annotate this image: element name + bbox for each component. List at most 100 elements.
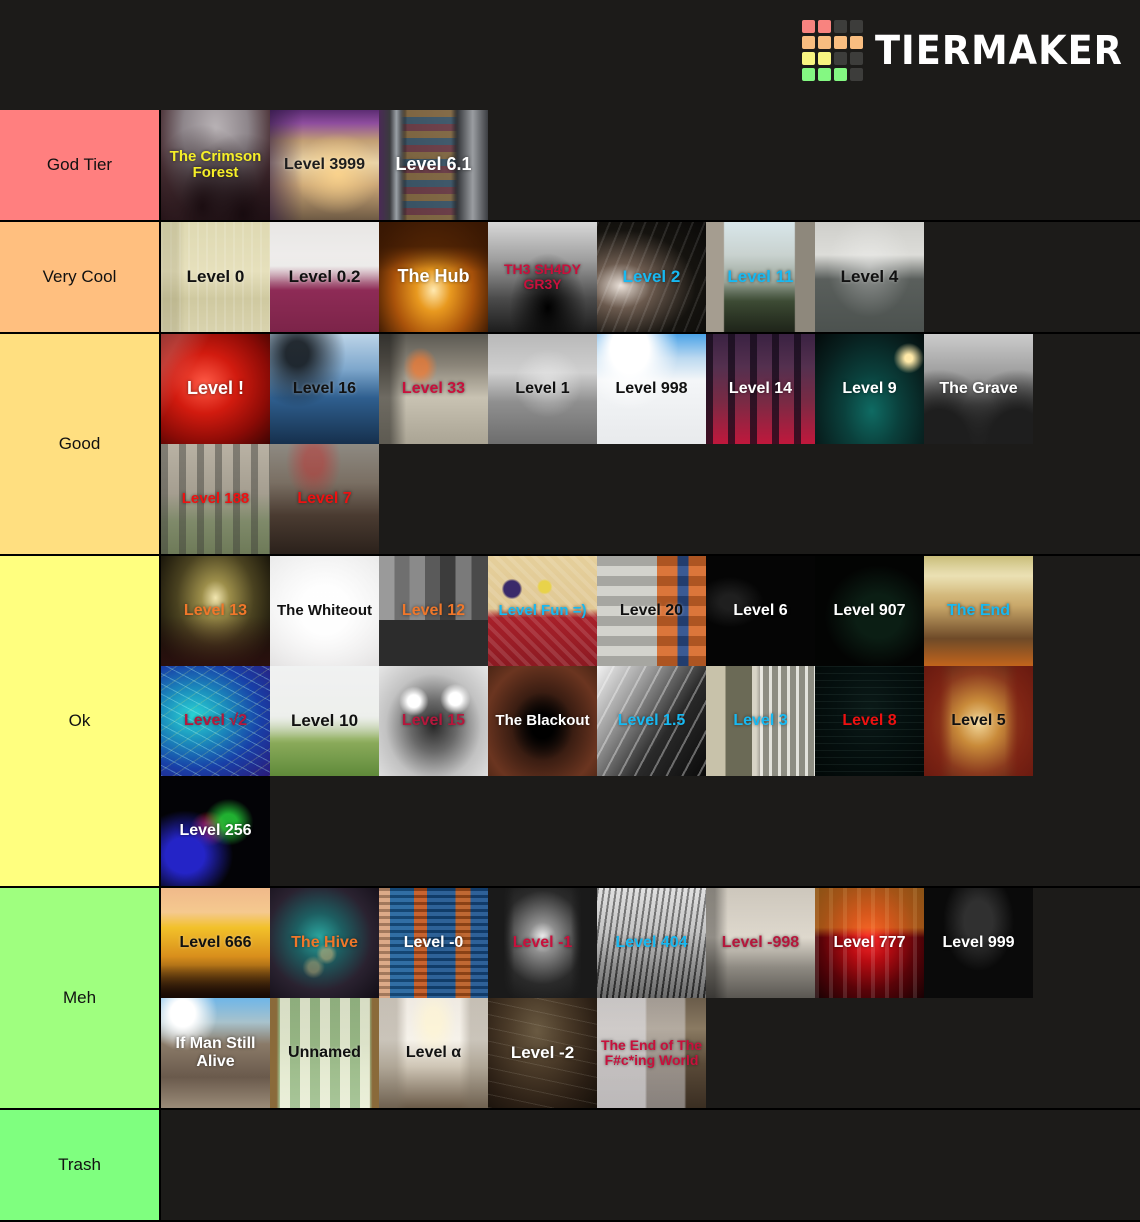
- tier-item-tile[interactable]: The Hub: [379, 222, 488, 332]
- tier-item-tile[interactable]: The Grave: [924, 334, 1033, 444]
- tile-caption: The Grave: [939, 380, 1018, 398]
- tier-item-tile[interactable]: Level 188: [161, 444, 270, 554]
- tier-row-good: Good Level ! Level 16 Level 33 Level 1 Level …: [0, 334, 1140, 556]
- tier-items-ok: Level 13 The Whiteout Level 12 Level Fun =)…: [161, 556, 1140, 886]
- tier-row-very-cool: Very Cool Level 0 Level 0.2 The Hub TH3 SH4D…: [0, 222, 1140, 334]
- tile-caption: The Crimson Forest: [169, 147, 262, 181]
- tier-items-good: Level ! Level 16 Level 33 Level 1 Level 998 L…: [161, 334, 1140, 554]
- tier-label-trash[interactable]: Trash: [0, 1110, 161, 1220]
- tile-caption: Unnamed: [288, 1044, 361, 1062]
- tile-caption: Level 4: [840, 266, 899, 286]
- tier-label-good[interactable]: Good: [0, 334, 161, 554]
- tier-items-trash: [161, 1110, 1140, 1220]
- tier-label-god-tier[interactable]: God Tier: [0, 110, 161, 220]
- tier-item-tile[interactable]: Level 33: [379, 334, 488, 444]
- tile-caption: Level 5: [951, 712, 1006, 730]
- tier-item-tile[interactable]: The End of The F#c*ing World: [597, 998, 706, 1108]
- tier-item-tile[interactable]: The Crimson Forest: [161, 110, 270, 220]
- tier-item-tile[interactable]: Level 5: [924, 666, 1033, 776]
- tier-item-tile[interactable]: Level 3999: [270, 110, 379, 220]
- tile-caption: Level 12: [401, 602, 466, 620]
- tier-item-tile[interactable]: If Man Still Alive: [161, 998, 270, 1108]
- tier-item-tile[interactable]: The Blackout: [488, 666, 597, 776]
- tier-item-tile[interactable]: Level √2: [161, 666, 270, 776]
- tier-item-tile[interactable]: Level -0: [379, 888, 488, 998]
- tile-caption: Level 1.5: [617, 712, 686, 730]
- tier-item-tile[interactable]: Level α: [379, 998, 488, 1108]
- tile-caption: Level 20: [619, 602, 684, 620]
- tile-caption: Level -2: [510, 1042, 575, 1062]
- tier-item-tile[interactable]: Level 8: [815, 666, 924, 776]
- tile-caption: Level -1: [512, 934, 573, 952]
- tile-caption: The Blackout: [495, 711, 590, 729]
- tier-item-tile[interactable]: Level 4: [815, 222, 924, 332]
- tile-caption: Level Fun =): [498, 601, 587, 619]
- tile-caption: Level √2: [183, 712, 248, 730]
- tile-caption: Level 6.1: [395, 154, 472, 175]
- tier-item-tile[interactable]: Level 0: [161, 222, 270, 332]
- tier-item-tile[interactable]: Level Fun =): [488, 556, 597, 666]
- tile-caption: Level 16: [292, 380, 357, 398]
- tier-item-tile[interactable]: Level 10: [270, 666, 379, 776]
- tier-items-god-tier: The Crimson Forest Level 3999 Level 6.1: [161, 110, 1140, 220]
- tile-caption: Level 7: [297, 490, 352, 508]
- tier-item-tile[interactable]: TH3 SH4DY GR3Y: [488, 222, 597, 332]
- tier-items-meh: Level 666 The Hive Level -0 Level -1 Level 4…: [161, 888, 1140, 1108]
- tier-item-tile[interactable]: Level 907: [815, 556, 924, 666]
- tier-row-ok: Ok Level 13 The Whiteout Level 12 Level Fun …: [0, 556, 1140, 888]
- tier-item-tile[interactable]: Level 12: [379, 556, 488, 666]
- tile-caption: Level 14: [728, 380, 793, 398]
- tier-item-tile[interactable]: Level 16: [270, 334, 379, 444]
- tier-item-tile[interactable]: Level -1: [488, 888, 597, 998]
- tier-item-tile[interactable]: Level 1: [488, 334, 597, 444]
- tier-label-meh[interactable]: Meh: [0, 888, 161, 1108]
- tile-caption: Level 8: [842, 712, 897, 730]
- tile-caption: Level 666: [179, 934, 252, 952]
- tier-items-very-cool: Level 0 Level 0.2 The Hub TH3 SH4DY GR3Y Lev…: [161, 222, 1140, 332]
- tier-item-tile[interactable]: Unnamed: [270, 998, 379, 1108]
- tier-item-tile[interactable]: Level 1.5: [597, 666, 706, 776]
- tier-item-tile[interactable]: Level -998: [706, 888, 815, 998]
- tile-caption: Level 0.2: [288, 266, 361, 286]
- tier-item-tile[interactable]: Level 6: [706, 556, 815, 666]
- tier-item-tile[interactable]: Level 3: [706, 666, 815, 776]
- tier-item-tile[interactable]: Level 15: [379, 666, 488, 776]
- tile-caption: Level -0: [403, 934, 464, 952]
- tier-item-tile[interactable]: Level 7: [270, 444, 379, 554]
- tile-caption: The End: [946, 602, 1011, 620]
- tier-item-tile[interactable]: Level !: [161, 334, 270, 444]
- tile-caption: Level 404: [615, 934, 688, 952]
- tier-row-meh: Meh Level 666 The Hive Level -0 Level -1 Leve…: [0, 888, 1140, 1110]
- tile-caption: Level α: [405, 1044, 462, 1062]
- tier-item-tile[interactable]: Level 20: [597, 556, 706, 666]
- tier-item-tile[interactable]: Level 999: [924, 888, 1033, 998]
- tier-item-tile[interactable]: Level 14: [706, 334, 815, 444]
- tier-item-tile[interactable]: Level 0.2: [270, 222, 379, 332]
- tier-item-tile[interactable]: The Hive: [270, 888, 379, 998]
- tier-item-tile[interactable]: The End: [924, 556, 1033, 666]
- tile-caption: Level 11: [727, 266, 794, 286]
- tier-item-tile[interactable]: Level 6.1: [379, 110, 488, 220]
- tile-caption: Level 10: [290, 710, 359, 730]
- tile-caption: Level 2: [622, 266, 681, 286]
- tile-caption: Level 998: [615, 380, 688, 398]
- tier-item-tile[interactable]: Level 777: [815, 888, 924, 998]
- tier-label-ok[interactable]: Ok: [0, 556, 161, 886]
- tier-item-tile[interactable]: Level 666: [161, 888, 270, 998]
- tile-caption: The End of The F#c*ing World: [600, 1036, 703, 1068]
- tile-caption: Level 13: [183, 602, 248, 620]
- tile-caption: Level 9: [842, 380, 897, 398]
- tier-item-tile[interactable]: Level 998: [597, 334, 706, 444]
- tier-item-tile[interactable]: Level 13: [161, 556, 270, 666]
- tier-item-tile[interactable]: Level 256: [161, 776, 270, 886]
- tile-caption: Level -998: [721, 934, 800, 952]
- tier-item-tile[interactable]: The Whiteout: [270, 556, 379, 666]
- tier-item-tile[interactable]: Level 9: [815, 334, 924, 444]
- tier-item-tile[interactable]: Level 2: [597, 222, 706, 332]
- tier-item-tile[interactable]: Level 11: [706, 222, 815, 332]
- tier-item-tile[interactable]: Level 404: [597, 888, 706, 998]
- tier-label-very-cool[interactable]: Very Cool: [0, 222, 161, 332]
- tile-caption: If Man Still Alive: [175, 1035, 256, 1070]
- tier-item-tile[interactable]: Level -2: [488, 998, 597, 1108]
- tile-caption: Level 3999: [284, 156, 365, 174]
